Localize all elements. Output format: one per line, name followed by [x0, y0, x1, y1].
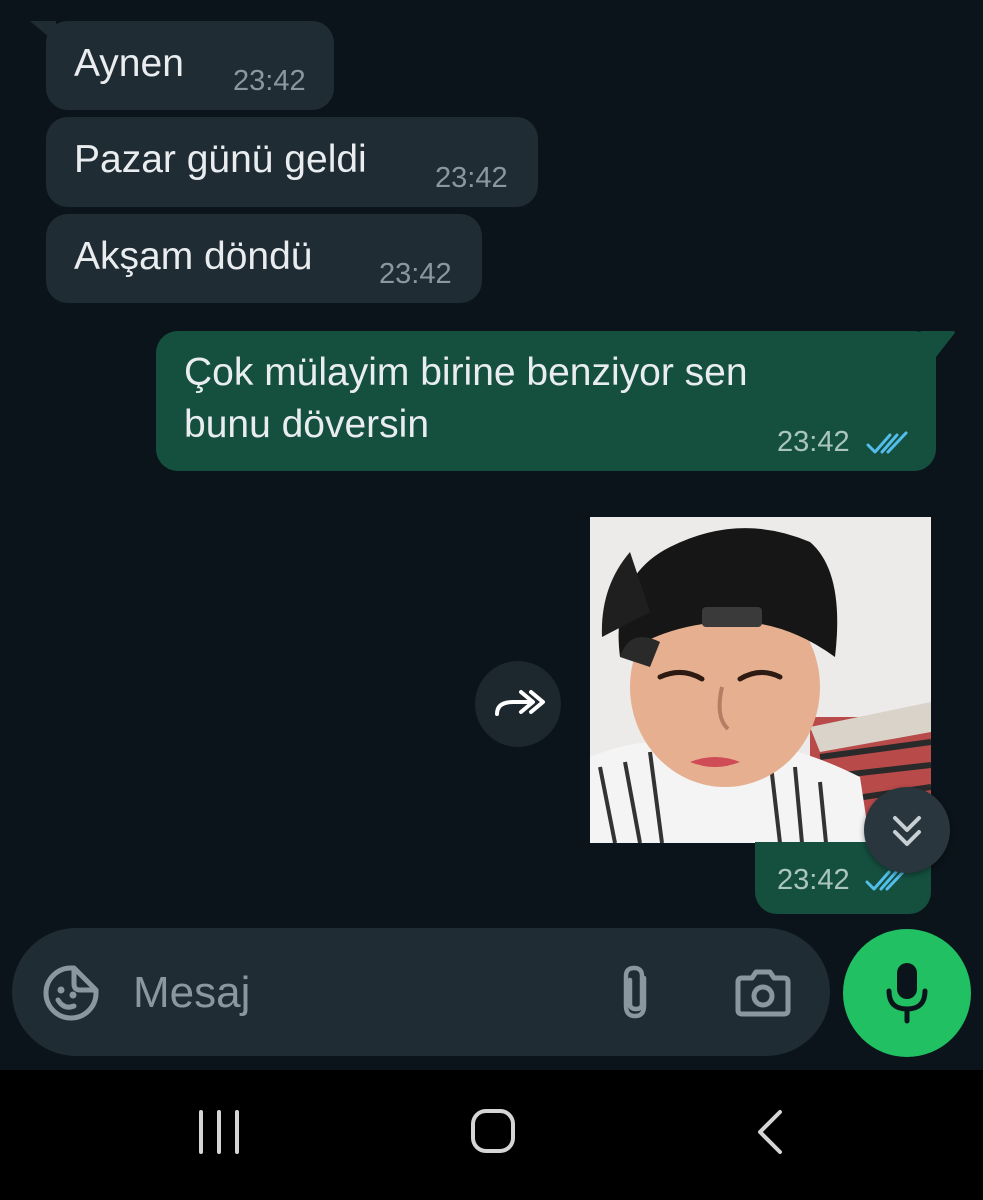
- message-photo: [590, 517, 931, 843]
- message-time: 23:42: [777, 426, 850, 458]
- home-icon[interactable]: [470, 1108, 516, 1154]
- recent-apps-icon[interactable]: [196, 1110, 242, 1154]
- message-text: Aynen: [74, 42, 184, 85]
- message-text-line-1: Çok mülayim birine benziyor sen: [184, 351, 748, 394]
- system-nav-bar: [0, 1070, 983, 1200]
- paperclip-icon[interactable]: [616, 962, 656, 1022]
- incoming-message[interactable]: Akşam döndü 23:42: [46, 214, 482, 303]
- back-icon[interactable]: [754, 1108, 784, 1156]
- message-time: 23:42: [435, 162, 508, 194]
- message-text: Pazar günü geldi: [74, 138, 367, 181]
- voice-message-button[interactable]: [843, 929, 971, 1057]
- sticker-icon[interactable]: [42, 964, 100, 1022]
- double-chevron-down-icon: [893, 816, 921, 846]
- scroll-down-button[interactable]: [864, 787, 950, 873]
- message-text-line-2: bunu döversin: [184, 403, 430, 446]
- outgoing-message[interactable]: Çok mülayim birine benziyor sen bunu döv…: [156, 331, 936, 471]
- message-text: Akşam döndü: [74, 235, 313, 278]
- forward-button[interactable]: [475, 661, 561, 747]
- incoming-message[interactable]: Aynen 23:42: [46, 21, 334, 110]
- message-time: 23:42: [379, 258, 452, 290]
- double-check-icon: [866, 431, 908, 454]
- camera-icon[interactable]: [734, 968, 792, 1018]
- message-input[interactable]: Mesaj: [133, 968, 250, 1018]
- image-message[interactable]: [590, 517, 931, 843]
- bubble-tail: [920, 331, 955, 357]
- forward-icon: [495, 690, 545, 716]
- message-composer: Mesaj: [12, 928, 830, 1056]
- bubble-tail: [30, 21, 56, 43]
- message-time: 23:42: [777, 864, 850, 896]
- microphone-icon: [886, 963, 928, 1024]
- incoming-message[interactable]: Pazar günü geldi 23:42: [46, 117, 538, 207]
- message-time: 23:42: [233, 65, 306, 97]
